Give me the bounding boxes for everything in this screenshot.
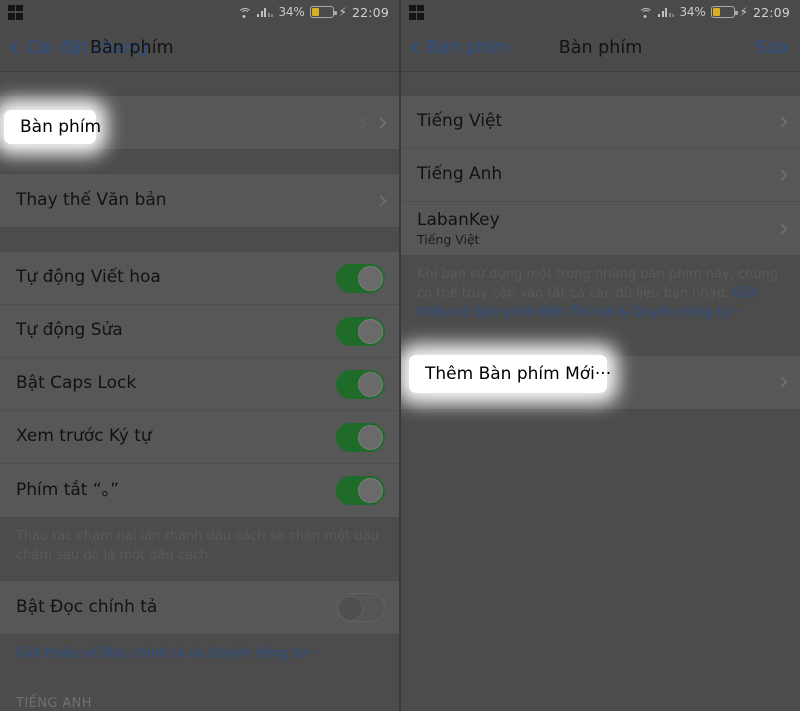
row-char-preview-label: Xem trước Ký tự	[16, 426, 152, 447]
windows-logo-icon	[409, 4, 424, 20]
section-gap	[0, 228, 399, 251]
screenshot-root: 34% ⚡ 22:09 Cài đặt chung Bàn phím Bàn p…	[0, 0, 800, 711]
clock-label: 22:09	[752, 4, 790, 20]
row-dictation-label: Bật Đọc chính tả	[16, 596, 158, 617]
toggle-dictation[interactable]	[336, 592, 385, 622]
row-auto-correct-label: Tự động Sửa	[16, 320, 123, 341]
chevron-right-icon	[375, 116, 387, 129]
row-char-preview[interactable]: Xem trước Ký tự	[0, 411, 399, 464]
back-button-label: Cài đặt chung	[26, 37, 148, 58]
cellular-bars-icon	[257, 7, 274, 17]
lightning-bolt-icon: ⚡	[739, 5, 748, 19]
toggle-auto-correct[interactable]	[336, 316, 385, 346]
battery-percent-label: 34%	[679, 5, 706, 19]
row-keyboard-labankey-sublabel: Tiếng Việt	[417, 231, 480, 247]
chevron-right-icon	[776, 222, 788, 235]
row-auto-capitalize-label: Tự động Viết hoa	[16, 267, 161, 288]
chevron-right-icon	[776, 169, 788, 181]
row-text-replacement[interactable]: Thay thế Văn bản	[0, 174, 399, 227]
active-keyboards-section: Tiếng Việt Tiếng Anh LabanKey Tiếng Việt	[401, 95, 800, 256]
lightning-bolt-icon: ⚡	[338, 5, 347, 19]
row-keyboard-english[interactable]: Tiếng Anh	[401, 149, 800, 202]
privacy-note-plain: Khi bạn sử dụng một trong những bàn phím…	[417, 267, 779, 301]
toggle-char-preview[interactable]	[336, 422, 385, 452]
row-auto-correct[interactable]: Tự động Sửa	[0, 305, 399, 358]
row-keyboard-labankey[interactable]: LabanKey Tiếng Việt	[401, 202, 800, 255]
right-keyboards-panel: 34% ⚡ 22:09 Bàn phím Bàn phím Sửa Tiếng …	[400, 0, 800, 711]
edit-button[interactable]: Sửa	[755, 38, 788, 58]
text-replacement-section: Thay thế Văn bản	[0, 173, 399, 228]
row-keyboards-count: 3	[356, 113, 367, 132]
cellular-bars-icon	[658, 7, 675, 17]
section-gap	[0, 150, 399, 173]
dictation-section: Bật Đọc chính tả	[0, 579, 399, 635]
back-button-label: Bàn phím	[427, 37, 511, 58]
row-keyboard-vietnamese[interactable]: Tiếng Việt	[401, 96, 800, 149]
dictation-privacy-link[interactable]: Giới thiệu về Đọc chính tả và Quyền riên…	[0, 634, 399, 678]
chevron-left-icon	[10, 41, 23, 54]
section-header-english: TIẾNG ANH	[0, 677, 399, 711]
highlight-callout-keyboards[interactable]: Bàn phím	[4, 110, 101, 144]
row-keyboard-english-label: Tiếng Anh	[417, 164, 503, 185]
section-gap	[401, 336, 800, 355]
chevron-right-icon	[776, 376, 788, 388]
row-dictation[interactable]: Bật Đọc chính tả	[0, 581, 399, 634]
third-party-privacy-note: Khi bạn sử dụng một trong những bàn phím…	[401, 256, 800, 337]
chevron-right-icon	[776, 116, 788, 128]
wifi-icon	[639, 7, 654, 18]
highlight-callout-keyboards-label: Bàn phím	[20, 117, 102, 137]
wifi-icon	[238, 7, 253, 18]
left-settings-list: Bàn phím 3 Thay thế Văn bản Tự động Viết…	[0, 72, 399, 711]
row-caps-lock[interactable]: Bật Caps Lock	[0, 358, 399, 411]
section-gap	[0, 72, 399, 95]
highlight-callout-add-keyboard[interactable]: Thêm Bàn phím Mới···	[409, 355, 611, 393]
toggle-auto-capitalize[interactable]	[336, 263, 385, 293]
toggle-caps-lock[interactable]	[336, 369, 385, 399]
highlight-callout-add-keyboard-label: Thêm Bàn phím Mới···	[425, 364, 612, 384]
clock-label: 22:09	[351, 4, 389, 20]
period-shortcut-note: Thao tác chạm hai lần thanh dấu cách sẽ …	[0, 518, 399, 580]
status-bar-right: 34% ⚡ 22:09	[401, 0, 800, 24]
status-bar-left: 34% ⚡ 22:09	[0, 0, 399, 24]
chevron-right-icon	[375, 194, 387, 207]
row-auto-capitalize[interactable]: Tự động Viết hoa	[0, 252, 399, 305]
nav-bar-right: Bàn phím Bàn phím Sửa	[401, 24, 800, 72]
row-period-shortcut[interactable]: Phím tắt “。”	[0, 464, 399, 517]
row-keyboard-vietnamese-label: Tiếng Việt	[417, 111, 503, 132]
nav-bar-left: Cài đặt chung Bàn phím	[0, 24, 399, 72]
section-gap	[401, 72, 800, 95]
windows-logo-icon	[8, 4, 23, 20]
row-caps-lock-label: Bật Caps Lock	[16, 373, 137, 394]
toggle-period-shortcut[interactable]	[336, 476, 385, 505]
keyboard-options-section: Tự động Viết hoa Tự động Sửa Bật Caps Lo…	[0, 251, 399, 518]
back-button-general-settings[interactable]: Cài đặt chung	[10, 37, 148, 58]
row-period-shortcut-label: Phím tắt “。”	[16, 479, 119, 500]
battery-icon	[710, 6, 738, 18]
left-settings-panel: 34% ⚡ 22:09 Cài đặt chung Bàn phím Bàn p…	[0, 0, 400, 711]
row-text-replacement-label: Thay thế Văn bản	[16, 189, 167, 210]
battery-percent-label: 34%	[278, 5, 305, 19]
row-keyboard-labankey-label: LabanKey	[417, 209, 500, 230]
back-button-keyboard[interactable]: Bàn phím	[411, 37, 511, 58]
battery-icon	[309, 6, 337, 18]
chevron-left-icon	[411, 41, 424, 54]
